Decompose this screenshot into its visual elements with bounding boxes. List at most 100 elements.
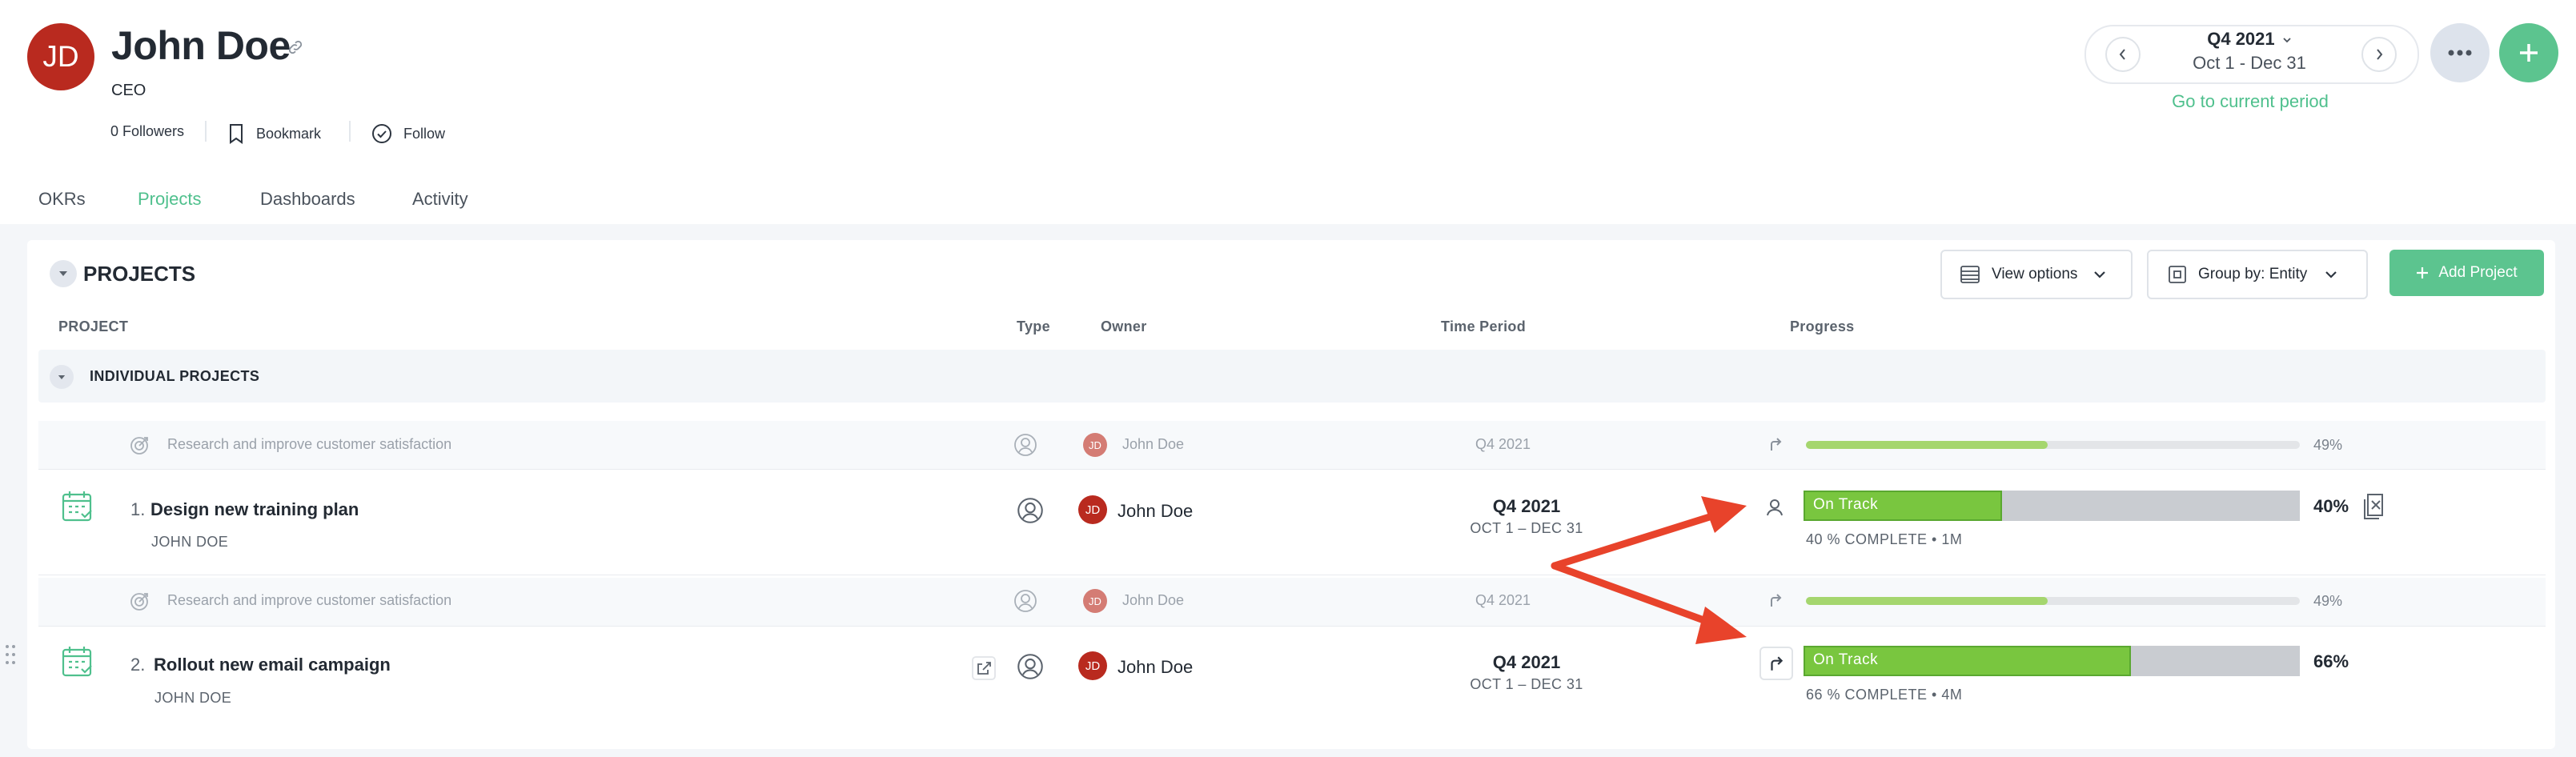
status-label: On Track xyxy=(1813,651,1879,668)
ellipsis-icon xyxy=(2448,50,2472,56)
view-options-label: View options xyxy=(1992,266,2078,282)
parent-progress-fill xyxy=(1806,441,2048,449)
project-number: 2. xyxy=(130,655,146,675)
time-period: Q4 2021 xyxy=(1475,592,1531,608)
view-options-button[interactable]: View options xyxy=(1940,250,2133,299)
project-owner-label: JOHN DOE xyxy=(154,690,232,706)
divider xyxy=(205,121,207,142)
chevron-down-icon xyxy=(2283,38,2291,43)
target-icon xyxy=(130,435,150,455)
column-header-owner: Owner xyxy=(1101,318,1147,334)
project-progress-percent: 40% xyxy=(2313,496,2349,516)
annotation-arrowhead-upper xyxy=(1701,496,1747,533)
column-header-progress: Progress xyxy=(1790,318,1855,334)
status-label: On Track xyxy=(1813,496,1879,513)
profile-avatar: JD xyxy=(27,23,94,90)
period-dropdown[interactable]: Q4 2021 xyxy=(2129,29,2369,50)
parent-progress-percent: 49% xyxy=(2313,437,2343,453)
more-options-button[interactable] xyxy=(2430,23,2490,82)
project-progress-percent: 66% xyxy=(2313,651,2349,671)
group-label: INDIVIDUAL PROJECTS xyxy=(90,368,260,384)
add-project-label: Add Project xyxy=(2438,264,2518,281)
follow-label: Follow xyxy=(403,125,446,142)
tab-dashboards[interactable]: Dashboards xyxy=(260,189,355,210)
calendar-project-icon xyxy=(61,645,94,679)
annotation-arrow-upper xyxy=(1551,511,1719,570)
row-divider xyxy=(38,626,2546,627)
followers-count[interactable]: 0 Followers xyxy=(110,123,184,140)
tab-projects[interactable]: Projects xyxy=(138,189,201,210)
annotation-arrowhead-lower xyxy=(1695,607,1747,644)
bookmark-icon xyxy=(227,123,245,144)
column-header-type: Type xyxy=(1017,318,1050,334)
owner-name[interactable]: John Doe xyxy=(1117,657,1193,678)
user-circle-icon xyxy=(1017,653,1044,680)
divider xyxy=(349,121,351,142)
plus-icon xyxy=(2520,44,2538,62)
arrow-turn-icon xyxy=(1767,436,1784,452)
tab-activity[interactable]: Activity xyxy=(412,189,468,210)
group-icon xyxy=(2169,266,2186,283)
time-period-range: OCT 1 – DEC 31 xyxy=(1470,676,1583,692)
check-circle-icon xyxy=(371,123,392,144)
parent-objective-title[interactable]: Research and improve customer satisfacti… xyxy=(167,592,451,609)
tab-okrs[interactable]: OKRs xyxy=(38,189,86,210)
profile-title: CEO xyxy=(111,82,146,99)
project-title[interactable]: Rollout new email campaign xyxy=(154,655,391,675)
chevron-right-icon xyxy=(2377,49,2383,60)
parent-progress-track xyxy=(1806,441,2300,449)
period-range: Oct 1 - Dec 31 xyxy=(2193,53,2306,73)
project-owner-label: JOHN DOE xyxy=(151,534,229,550)
go-to-current-period-link[interactable]: Go to current period xyxy=(2084,91,2416,112)
chevron-down-icon xyxy=(2325,271,2337,278)
plus-icon xyxy=(2417,267,2429,278)
chevron-down-icon xyxy=(2094,271,2106,278)
project-number: 1. xyxy=(130,499,146,519)
owner-avatar: JD xyxy=(1078,651,1107,680)
collapse-group-button[interactable] xyxy=(50,365,74,389)
parent-objective-title[interactable]: Research and improve customer satisfacti… xyxy=(167,436,451,453)
bookmark-label: Bookmark xyxy=(256,125,322,142)
list-icon xyxy=(1960,266,1980,283)
user-circle-icon xyxy=(1017,497,1044,524)
user-circle-icon xyxy=(1013,589,1037,613)
caret-down-icon xyxy=(59,271,67,276)
owner-name[interactable]: John Doe xyxy=(1117,501,1193,522)
progress-complete-text: 40 % COMPLETE • 1M xyxy=(1806,531,1963,547)
next-period-button[interactable] xyxy=(2361,37,2397,72)
external-link-icon[interactable] xyxy=(972,656,996,680)
drag-handle-icon[interactable] xyxy=(5,643,16,666)
group-by-label: Group by: Entity xyxy=(2198,266,2308,282)
owner-avatar: JD xyxy=(1078,495,1107,524)
column-header-project: PROJECT xyxy=(58,318,129,334)
time-period: Q4 2021 xyxy=(1475,436,1531,452)
project-progress-bar[interactable]: On Track xyxy=(1804,646,2300,676)
group-row[interactable] xyxy=(38,350,2546,403)
row-divider xyxy=(38,469,2546,470)
group-by-button[interactable]: Group by: Entity xyxy=(2147,250,2368,299)
column-header-time-period: Time Period xyxy=(1441,318,1527,334)
collapse-projects-button[interactable] xyxy=(50,260,77,287)
bookmark-button[interactable]: Bookmark xyxy=(227,123,321,144)
add-button[interactable] xyxy=(2499,23,2558,82)
arrow-turn-icon xyxy=(1771,656,1784,671)
project-progress-bar[interactable]: On Track xyxy=(1804,491,2300,521)
link-icon[interactable] xyxy=(287,38,304,56)
unlink-objective-icon[interactable] xyxy=(2361,491,2389,520)
owner-avatar: JD xyxy=(1083,589,1107,613)
follow-button[interactable]: Follow xyxy=(371,123,445,144)
caret-down-icon xyxy=(58,374,66,379)
profile-name: John Doe xyxy=(111,23,291,68)
target-icon xyxy=(130,591,150,611)
period-label: Q4 2021 xyxy=(2207,29,2275,49)
progress-complete-text: 66 % COMPLETE • 4M xyxy=(1806,687,1963,703)
add-project-button[interactable]: Add Project xyxy=(2389,250,2544,296)
annotation-arrows xyxy=(1551,496,1747,644)
chevron-left-icon xyxy=(2119,49,2125,60)
project-title[interactable]: Design new training plan xyxy=(150,499,359,520)
followers-label: 0 Followers xyxy=(110,123,185,139)
annotation-arrow-lower xyxy=(1551,562,1719,628)
user-circle-icon xyxy=(1013,433,1037,457)
owner-name: John Doe xyxy=(1122,592,1185,608)
parent-progress-fill xyxy=(1806,597,2048,605)
